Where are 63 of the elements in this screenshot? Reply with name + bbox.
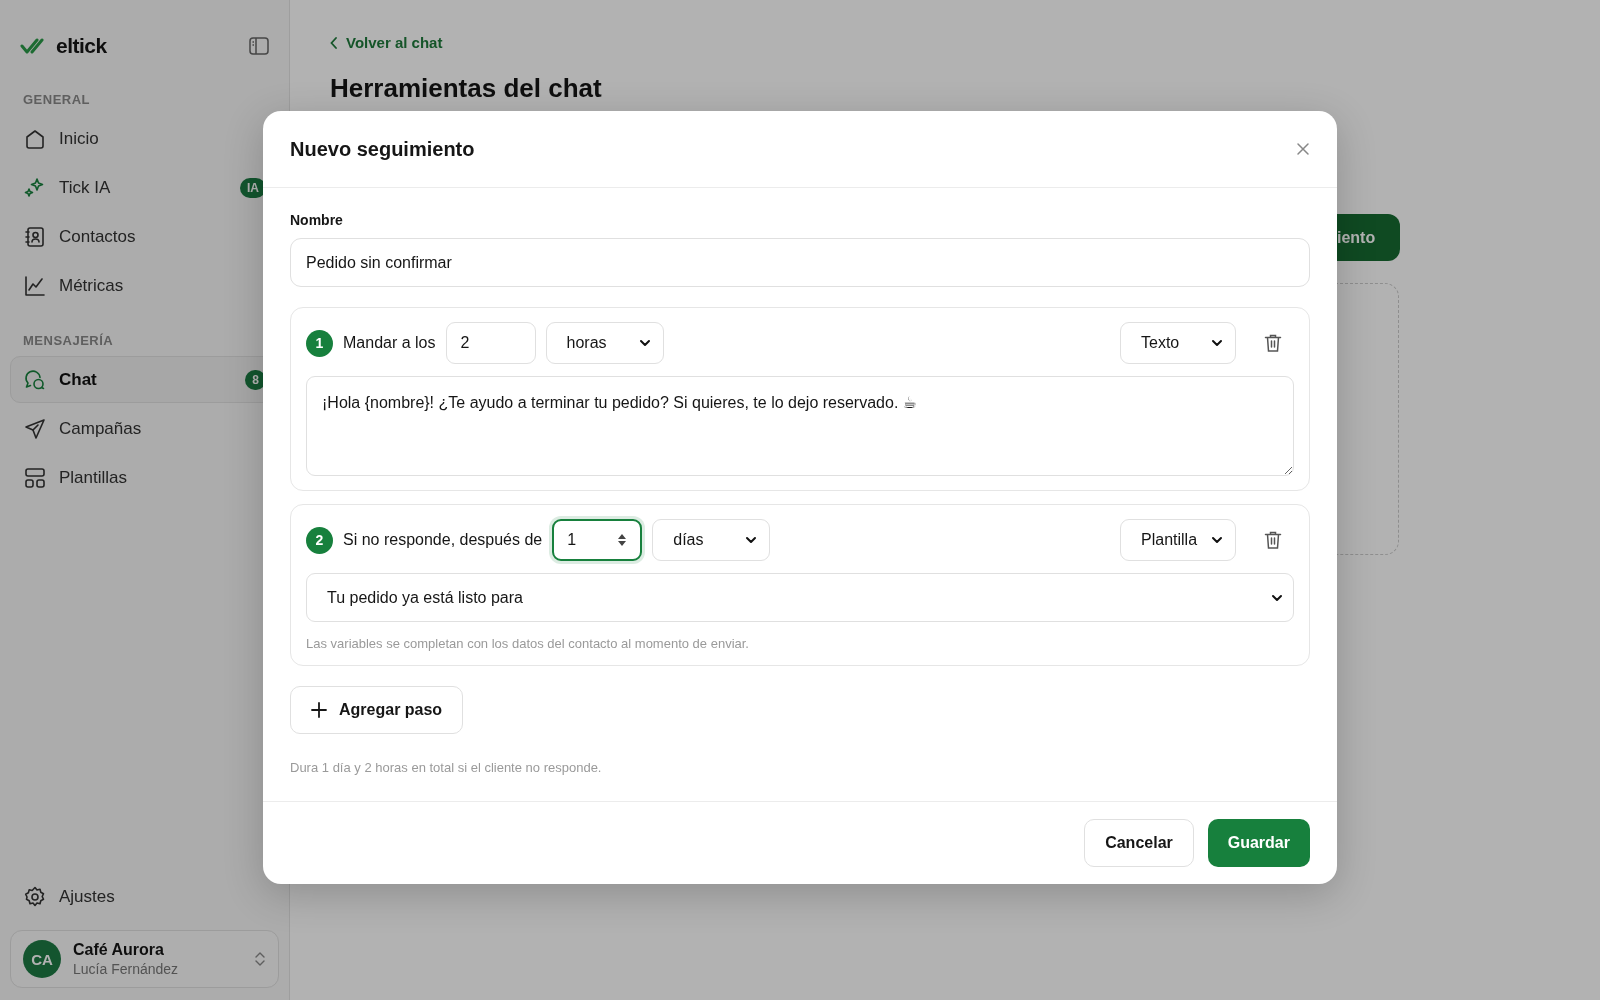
spinner-icon bbox=[617, 533, 628, 547]
field-label: Nombre bbox=[290, 212, 344, 228]
account-name: Café Aurora bbox=[73, 941, 165, 959]
page-title: Herramientas del chat bbox=[330, 73, 603, 104]
trash-icon[interactable] bbox=[1264, 333, 1282, 353]
unit-select[interactable]: días bbox=[652, 519, 771, 561]
avatar: CA bbox=[23, 940, 61, 978]
section-heading: MENSAJERÍA bbox=[22, 333, 115, 348]
summary-text: Dura 1 día y 2 horas en total si el cliente no responde. bbox=[290, 760, 603, 775]
dialog-title: Nuevo seguimiento bbox=[290, 137, 475, 161]
up-down-chevron-icon bbox=[254, 951, 266, 967]
chevron-down-icon bbox=[745, 534, 758, 546]
nav-item[interactable]: Ajustes bbox=[10, 873, 279, 920]
nav-label: Ajustes bbox=[59, 886, 115, 907]
chat-icon bbox=[23, 367, 47, 392]
step-label: Si no responde, después de bbox=[343, 531, 543, 549]
nav-item[interactable]: Contactos bbox=[10, 213, 279, 260]
step-number: 1 bbox=[306, 329, 333, 357]
paper-plane-icon bbox=[23, 416, 47, 441]
section-heading: GENERAL bbox=[22, 92, 92, 107]
save-button[interactable]: Guardar bbox=[1207, 819, 1310, 867]
trash-icon[interactable] bbox=[1264, 530, 1282, 550]
nav-item[interactable]: Plantillas bbox=[10, 454, 279, 501]
nav-label: Plantillas bbox=[59, 467, 128, 488]
nav-label: Métricas bbox=[59, 275, 124, 296]
template-select[interactable]: Tu pedido ya está listo para bbox=[306, 573, 1294, 622]
nav-label: Inicio bbox=[59, 128, 99, 149]
chevron-down-icon bbox=[1211, 337, 1223, 349]
chevron-down-icon bbox=[1211, 534, 1223, 546]
step-label: Mandar a los bbox=[343, 334, 436, 352]
cancel-button[interactable]: Cancelar bbox=[1084, 819, 1194, 867]
nav-label: Chat bbox=[59, 369, 97, 390]
hint-text: Las variables se completan con los datos del contacto al momento de enviar. bbox=[306, 636, 750, 651]
close-icon[interactable] bbox=[1296, 142, 1310, 156]
contact-book-icon bbox=[23, 224, 47, 249]
nav-item[interactable]: Métricas bbox=[10, 262, 279, 309]
nav-label: Contactos bbox=[59, 226, 136, 247]
sidebar-toggle-icon[interactable] bbox=[249, 37, 269, 55]
line-chart-icon bbox=[23, 273, 47, 298]
nav-item[interactable]: Campañas bbox=[10, 405, 279, 452]
account-switcher[interactable]: CA Café Aurora Lucía Fernández bbox=[10, 930, 279, 988]
type-select[interactable]: Texto bbox=[1120, 322, 1236, 364]
add-button[interactable]: iento bbox=[1337, 214, 1400, 261]
step-number: 2 bbox=[306, 526, 333, 554]
message-field[interactable]: ¡Hola {nombre}! ¿Te ayudo a terminar tu pedido? Si quieres, te lo dejo reservado. ☕ bbox=[306, 376, 1294, 476]
number-field[interactable]: 2 bbox=[445, 322, 536, 364]
type-select[interactable]: Plantilla bbox=[1120, 519, 1236, 561]
number-field[interactable]: 1 bbox=[552, 519, 643, 561]
nav-label: Campañas bbox=[59, 418, 142, 439]
count-badge: IA bbox=[240, 177, 266, 198]
name-field[interactable]: Pedido sin confirmar bbox=[290, 238, 1310, 287]
settings-icon bbox=[23, 884, 47, 909]
chevron-down-icon bbox=[638, 337, 651, 349]
plus-icon bbox=[311, 702, 327, 718]
template-icon bbox=[23, 465, 47, 490]
user-name: Lucía Fernández bbox=[73, 961, 180, 977]
back-link[interactable]: Volver al chat bbox=[330, 34, 1560, 51]
chevron-left-icon bbox=[330, 36, 338, 49]
logo-text: eltick bbox=[56, 34, 107, 58]
unit-select[interactable]: horas bbox=[545, 322, 664, 364]
nav-item[interactable]: Inicio bbox=[10, 115, 279, 162]
nav-label: Tick IA bbox=[59, 177, 111, 198]
add-step-button[interactable]: Agregar paso bbox=[290, 686, 464, 734]
